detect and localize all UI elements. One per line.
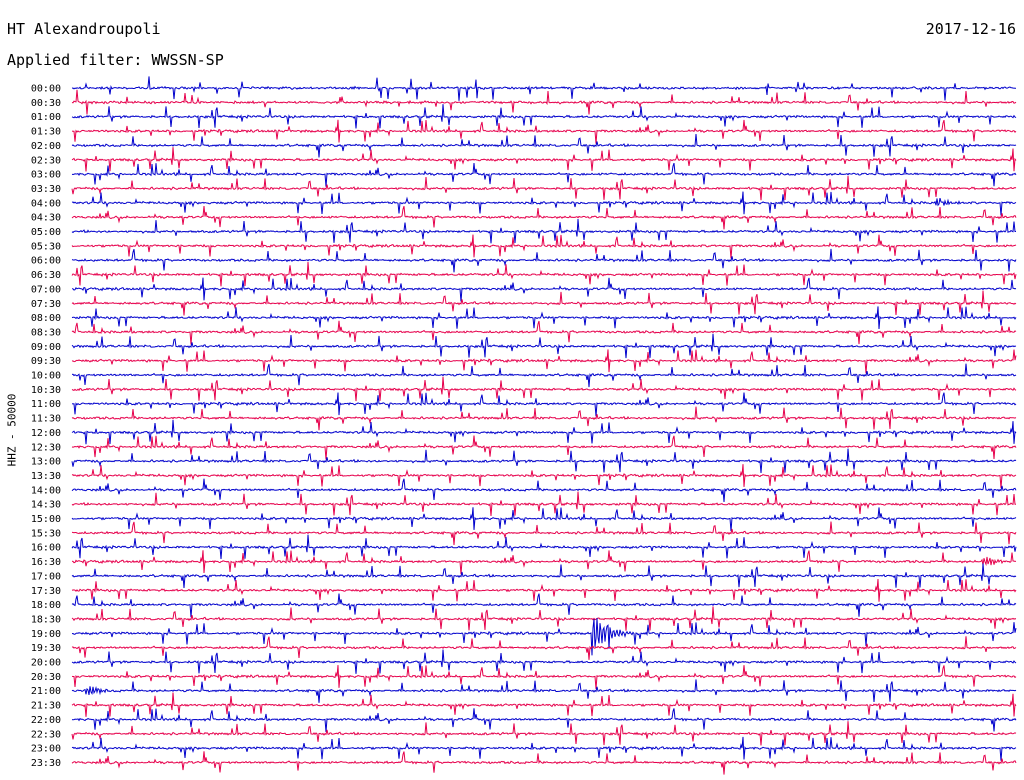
time-label-2000: 20:00 xyxy=(31,658,61,669)
trace-0130 xyxy=(71,119,1017,144)
time-label-0130: 01:30 xyxy=(31,127,61,138)
time-label-1130: 11:30 xyxy=(31,414,61,425)
trace-1730 xyxy=(71,578,1017,602)
time-label-1230: 12:30 xyxy=(31,442,61,453)
trace-0400 xyxy=(71,191,1017,216)
trace-1130 xyxy=(71,406,1017,431)
time-label-2200: 22:00 xyxy=(31,715,61,726)
time-label-2030: 20:30 xyxy=(31,672,61,683)
time-label-0530: 05:30 xyxy=(31,241,61,252)
trace-1830 xyxy=(71,606,1017,631)
trace-0600 xyxy=(71,248,1017,273)
trace-1930 xyxy=(71,636,1017,660)
time-label-1600: 16:00 xyxy=(31,543,61,554)
trace-2000 xyxy=(71,649,1017,674)
time-label-0830: 08:30 xyxy=(31,327,61,338)
trace-0100 xyxy=(71,104,1017,129)
trace-0900 xyxy=(71,333,1017,359)
trace-1100 xyxy=(71,392,1017,417)
trace-0200 xyxy=(71,134,1017,158)
time-labels: 00:00 00:30 01:00 01:30 02:00 02:30 03:00 03:30… xyxy=(31,84,61,769)
time-label-0300: 03:00 xyxy=(31,170,61,181)
time-label-2130: 21:30 xyxy=(31,701,61,712)
time-label-0430: 04:30 xyxy=(31,213,61,224)
time-label-0700: 07:00 xyxy=(31,284,61,295)
trace-1300 xyxy=(71,448,1017,473)
time-label-0730: 07:30 xyxy=(31,299,61,310)
trace-1330 xyxy=(71,464,1017,489)
time-label-0930: 09:30 xyxy=(31,356,61,367)
trace-2300 xyxy=(71,736,1017,761)
trace-2030 xyxy=(71,665,1017,690)
trace-2330 xyxy=(71,751,1017,775)
time-label-0000: 00:00 xyxy=(31,84,61,95)
trace-1900 xyxy=(71,617,1017,656)
trace-0700 xyxy=(71,277,1017,302)
time-label-1530: 15:30 xyxy=(31,528,61,539)
time-label-1000: 10:00 xyxy=(31,371,61,382)
time-label-0630: 06:30 xyxy=(31,270,61,281)
trace-1000 xyxy=(71,363,1017,388)
trace-1800 xyxy=(71,593,1017,618)
trace-1230 xyxy=(71,435,1017,460)
seismic-traces xyxy=(71,76,1017,775)
trace-1030 xyxy=(71,376,1017,402)
trace-1430 xyxy=(71,491,1016,516)
trace-0430 xyxy=(71,205,1017,230)
trace-1630 xyxy=(71,550,1017,575)
time-label-0400: 04:00 xyxy=(31,198,61,209)
trace-2100 xyxy=(71,679,1017,703)
time-label-1630: 16:30 xyxy=(31,557,61,568)
time-label-0100: 01:00 xyxy=(31,112,61,123)
time-label-0200: 02:00 xyxy=(31,141,61,152)
trace-1700 xyxy=(71,563,1017,589)
time-label-1100: 11:00 xyxy=(31,399,61,410)
time-label-0900: 09:00 xyxy=(31,342,61,353)
trace-0800 xyxy=(71,306,1017,330)
time-label-0800: 08:00 xyxy=(31,313,61,324)
trace-0500 xyxy=(71,218,1016,244)
time-label-0230: 02:30 xyxy=(31,155,61,166)
trace-0630 xyxy=(71,261,1017,287)
trace-0030 xyxy=(71,89,1017,115)
time-label-0030: 00:30 xyxy=(31,98,61,109)
time-label-0330: 03:30 xyxy=(31,184,61,195)
time-label-2300: 23:00 xyxy=(31,744,61,755)
trace-0930 xyxy=(71,349,1017,374)
helicorder-plot: 00:00 00:30 01:00 01:30 02:00 02:30 03:00 03:30… xyxy=(31,76,1017,775)
trace-0830 xyxy=(71,320,1017,345)
time-label-1900: 19:00 xyxy=(31,629,61,640)
trace-1400 xyxy=(71,478,1017,502)
time-label-0600: 06:00 xyxy=(31,256,61,267)
time-label-1730: 17:30 xyxy=(31,586,61,597)
time-label-1030: 10:30 xyxy=(31,385,61,396)
time-label-1430: 14:30 xyxy=(31,500,61,511)
trace-1500 xyxy=(71,507,1017,532)
time-label-1400: 14:00 xyxy=(31,485,61,496)
trace-1530 xyxy=(71,521,1017,546)
trace-0000 xyxy=(71,76,1017,101)
time-label-2330: 23:30 xyxy=(31,758,61,769)
time-label-2230: 22:30 xyxy=(31,729,61,740)
trace-0300 xyxy=(71,162,1017,187)
time-label-1300: 13:00 xyxy=(31,457,61,468)
time-label-1700: 17:00 xyxy=(31,571,61,582)
time-label-1330: 13:30 xyxy=(31,471,61,482)
time-label-1930: 19:30 xyxy=(31,643,61,654)
trace-1600 xyxy=(71,534,1017,560)
trace-0730 xyxy=(71,290,1017,316)
trace-2230 xyxy=(71,721,1017,746)
time-label-1200: 12:00 xyxy=(31,428,61,439)
time-label-1830: 18:30 xyxy=(31,614,61,625)
time-label-1500: 15:00 xyxy=(31,514,61,525)
time-label-0500: 05:00 xyxy=(31,227,61,238)
trace-0530 xyxy=(71,234,1017,259)
time-label-2100: 21:00 xyxy=(31,686,61,697)
trace-2200 xyxy=(71,708,1017,733)
time-label-1800: 18:00 xyxy=(31,600,61,611)
trace-0330 xyxy=(71,175,1017,201)
